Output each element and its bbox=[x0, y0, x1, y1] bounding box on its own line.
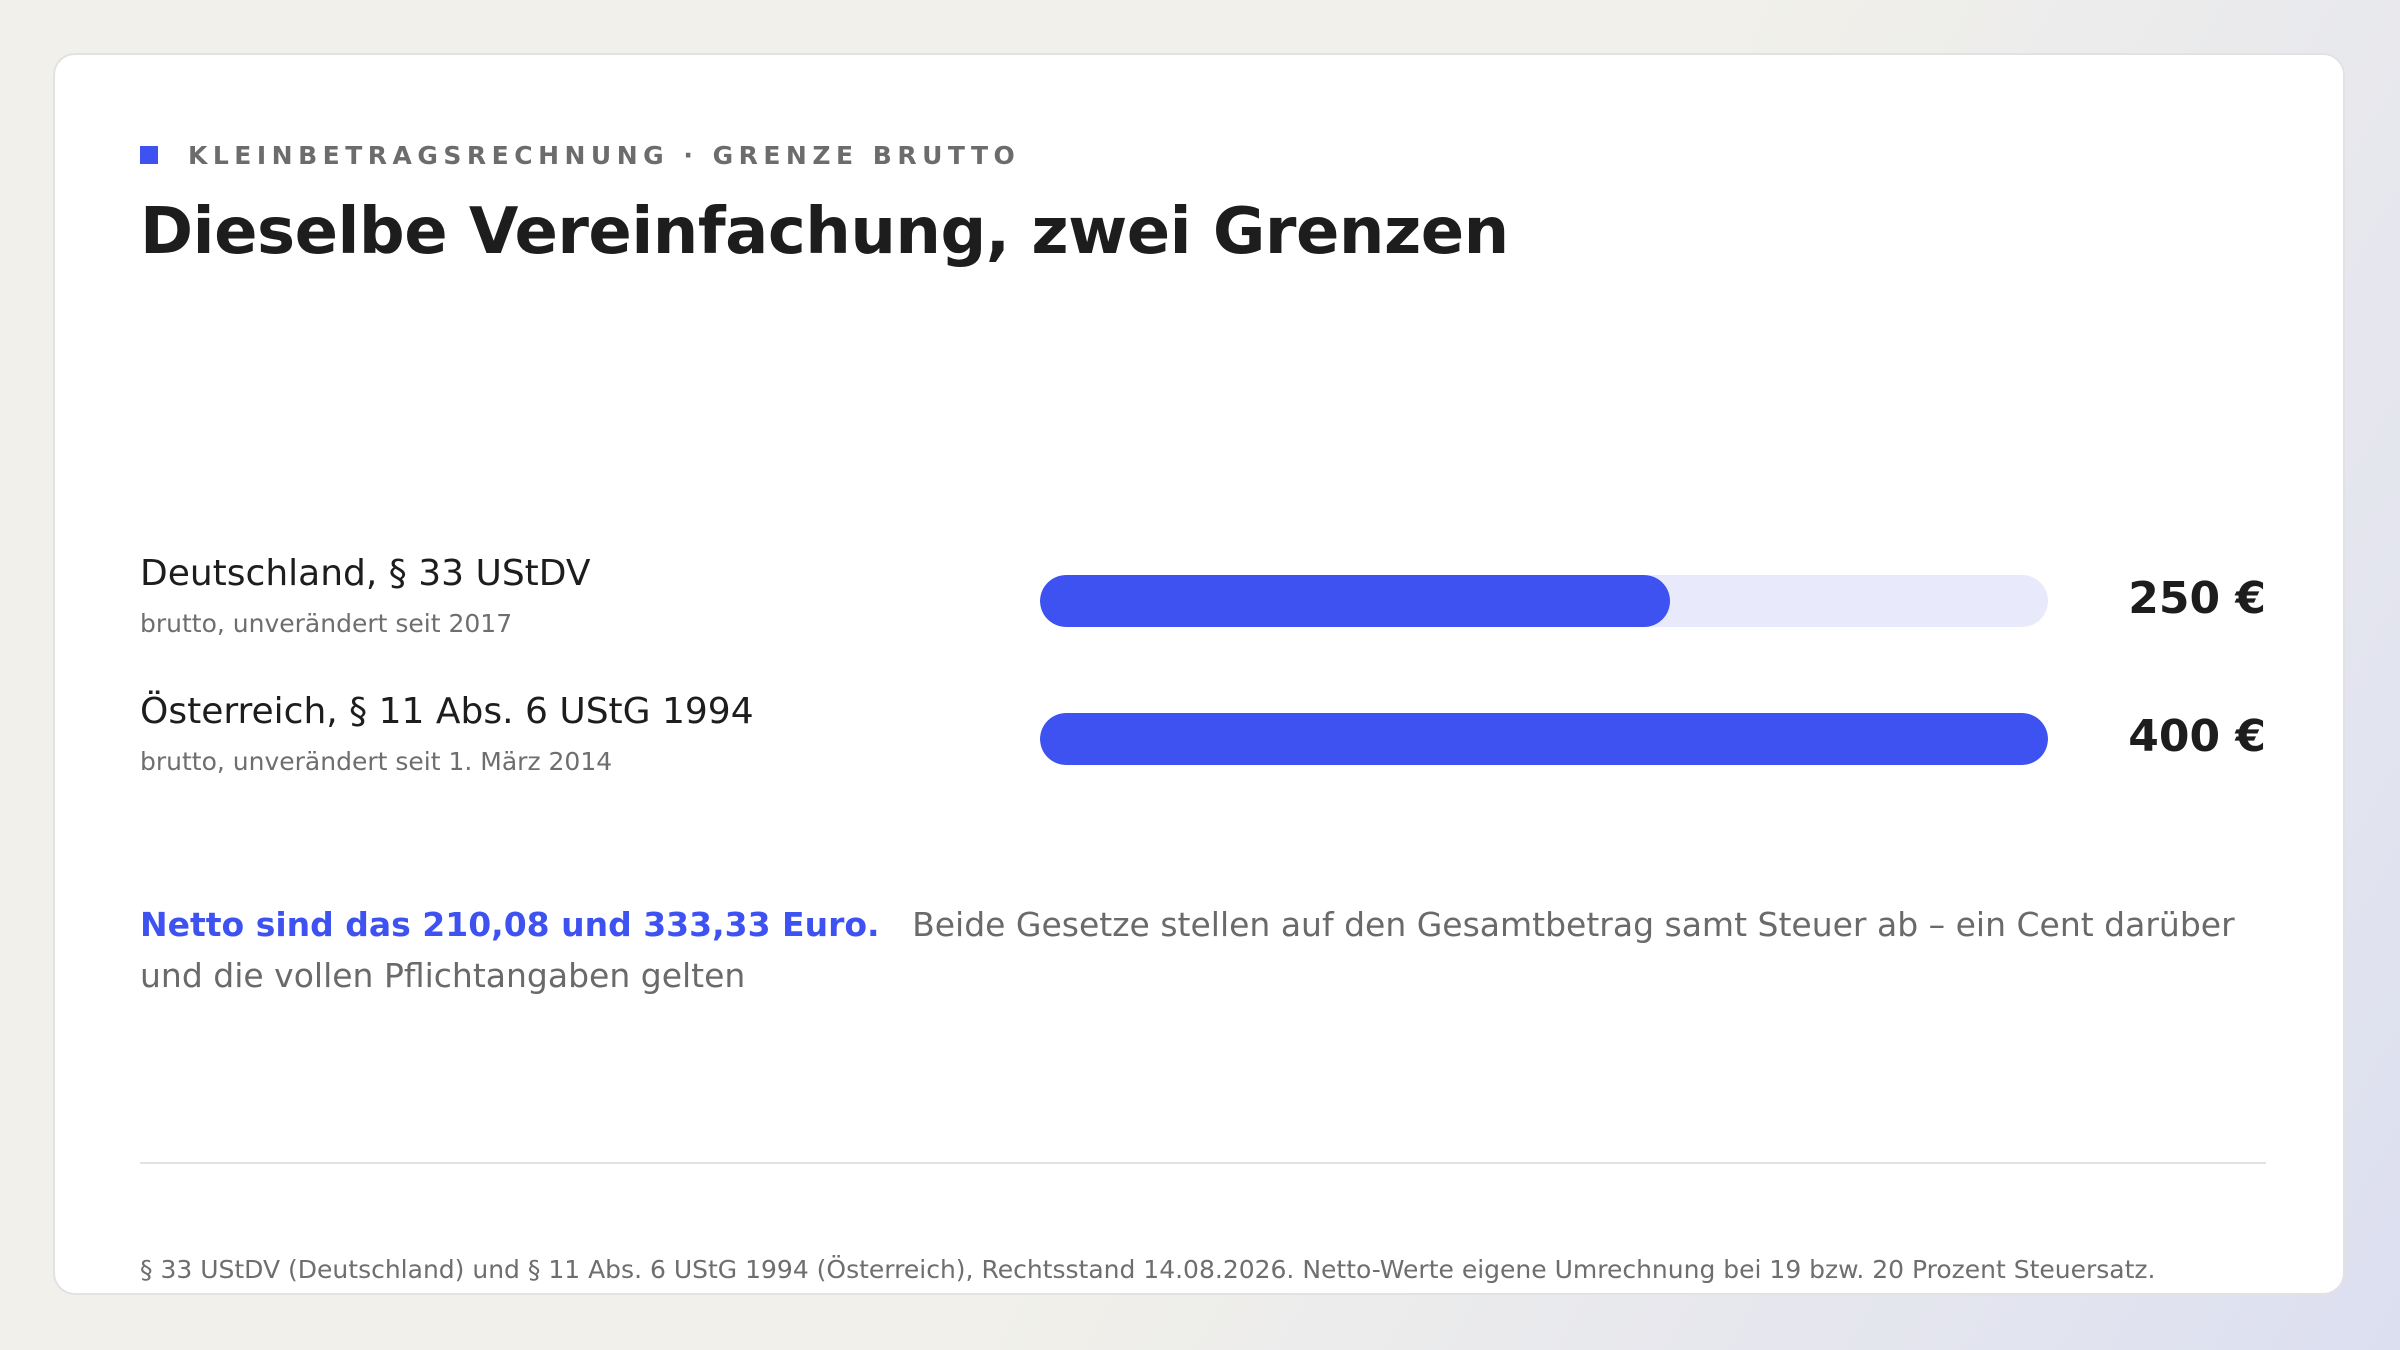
eyebrow: KLEINBETRAGSRECHNUNG · GRENZE BRUTTO bbox=[140, 135, 1020, 175]
bar-row-1: Österreich, § 11 Abs. 6 UStG 1994 brutto… bbox=[140, 691, 2266, 791]
category-label: Deutschland, § 33 UStDV bbox=[140, 553, 591, 594]
bar-row-0: Deutschland, § 33 UStDV brutto, unveränd… bbox=[140, 553, 2266, 653]
bar-fill bbox=[1040, 713, 2048, 765]
source-footnote: § 33 UStDV (Deutschland) und § 11 Abs. 6… bbox=[140, 1255, 2156, 1284]
eyebrow-label: KLEINBETRAGSRECHNUNG · GRENZE BRUTTO bbox=[188, 140, 1021, 170]
category-sublabel: brutto, unverändert seit 1. März 2014 bbox=[140, 747, 613, 776]
accent-square-icon bbox=[140, 146, 158, 164]
note-highlight: Netto sind das 210,08 und 333,33 Euro. bbox=[140, 905, 880, 944]
category-label: Österreich, § 11 Abs. 6 UStG 1994 bbox=[140, 691, 754, 732]
bar-fill bbox=[1040, 575, 1670, 627]
bar-track bbox=[1040, 713, 2048, 765]
category-sublabel: brutto, unverändert seit 2017 bbox=[140, 609, 513, 638]
chart-title: Dieselbe Vereinfachung, zwei Grenzen bbox=[140, 195, 1509, 269]
summary-note: Netto sind das 210,08 und 333,33 Euro. B… bbox=[140, 899, 2280, 1001]
value-label: 400 € bbox=[2128, 711, 2266, 762]
bar-track bbox=[1040, 575, 2048, 627]
chart-card: KLEINBETRAGSRECHNUNG · GRENZE BRUTTO Die… bbox=[53, 53, 2345, 1295]
divider bbox=[140, 1162, 2266, 1164]
value-label: 250 € bbox=[2128, 573, 2266, 624]
